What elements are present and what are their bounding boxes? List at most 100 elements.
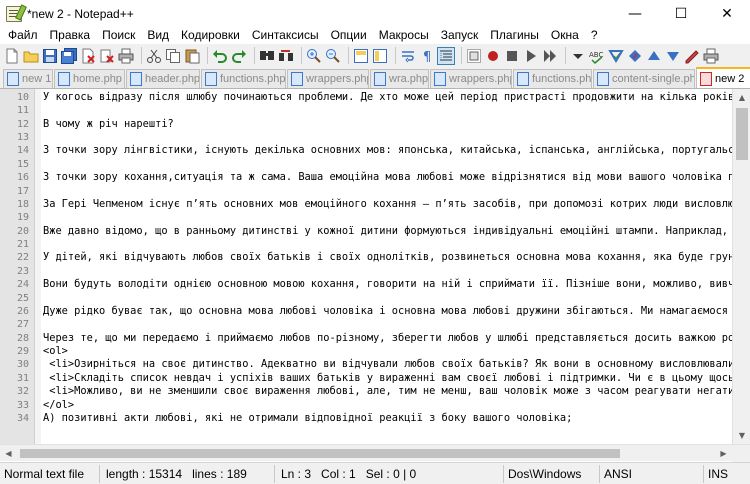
paste-icon[interactable] <box>184 48 200 64</box>
bookmark-icon[interactable] <box>627 48 643 64</box>
menu-run[interactable]: Запуск <box>433 27 479 44</box>
menu-macro[interactable]: Макросы <box>371 27 429 44</box>
tab-header-php[interactable]: header.php <box>126 69 200 88</box>
code-line[interactable]: <li>Складіть список невдач і успіхів ваш… <box>43 372 732 385</box>
cut-icon[interactable] <box>146 48 162 64</box>
tab-label: content-single.php <box>612 73 695 85</box>
scroll-right-arrow-icon[interactable]: ▶ <box>715 445 732 462</box>
status-eol[interactable]: Dos\Windows <box>504 464 600 483</box>
zoom-out-icon[interactable] <box>325 48 341 64</box>
play-macro-icon[interactable] <box>504 48 520 64</box>
menu-language[interactable]: Синтаксисы <box>244 27 319 44</box>
menu-plugins[interactable]: Плагины <box>482 27 539 44</box>
indent-guide-icon[interactable] <box>437 46 455 65</box>
tab-wrappers-php-2[interactable]: wrappers.php <box>430 69 512 88</box>
play-multiple-icon[interactable] <box>523 48 539 64</box>
sync-vertical-icon[interactable] <box>353 48 369 64</box>
code-line[interactable] <box>43 131 732 144</box>
status-insert-mode[interactable]: INS <box>704 465 748 483</box>
menu-search[interactable]: Поиск <box>94 27 135 44</box>
save-all-icon[interactable] <box>61 47 77 64</box>
code-line[interactable] <box>43 292 732 305</box>
zoom-in-icon[interactable] <box>306 48 322 64</box>
code-line[interactable]: У когось відразу після шлюбу починаються… <box>43 91 732 104</box>
replace-icon[interactable] <box>278 48 294 64</box>
record-macro-icon[interactable] <box>466 48 482 64</box>
menu-file[interactable]: Файл <box>0 27 38 44</box>
horizontal-scroll-thumb[interactable] <box>20 449 620 458</box>
menu-settings[interactable]: Опции <box>323 27 367 44</box>
spell-check-icon[interactable] <box>570 48 586 64</box>
redo-icon[interactable] <box>231 48 247 64</box>
stop-record-icon[interactable] <box>485 48 501 64</box>
tab-new-1[interactable]: new 1 <box>3 69 53 88</box>
editor-area[interactable]: 10 11 12 13 14 15 16 17 18 19 20 21 22 2… <box>0 89 750 444</box>
open-file-icon[interactable] <box>23 48 39 64</box>
save-macro-icon[interactable] <box>542 48 558 64</box>
vertical-scrollbar[interactable]: ▲ ▼ <box>732 89 750 444</box>
tab-new-2[interactable]: new 2 <box>696 67 750 88</box>
file-tab-icon <box>434 72 446 86</box>
spell-prev-icon[interactable] <box>608 48 624 64</box>
code-line[interactable] <box>43 211 732 224</box>
code-line[interactable]: Вони будуть володіти однією основною мов… <box>43 278 732 291</box>
undo-icon[interactable] <box>212 48 228 64</box>
sync-horizontal-icon[interactable] <box>372 48 388 64</box>
code-line[interactable]: Через те, що ми передаємо і приймаємо лю… <box>43 332 732 345</box>
code-line[interactable]: Дуже рідко буває так, що основна мова лю… <box>43 305 732 318</box>
code-line[interactable]: </ol> <box>43 399 732 412</box>
tab-functions-php-2[interactable]: functions.php <box>513 69 592 88</box>
maximize-button[interactable]: ☐ <box>658 0 704 27</box>
copy-icon[interactable] <box>165 48 181 64</box>
print-icon[interactable] <box>118 48 134 64</box>
code-line[interactable] <box>43 104 732 117</box>
code-line[interactable] <box>43 185 732 198</box>
code-line[interactable]: В чому ж річ нарешті? <box>43 118 732 131</box>
code-line[interactable]: У дітей, які відчувають любов своїх бать… <box>43 251 732 264</box>
print-icon-2[interactable] <box>703 48 719 64</box>
close-icon[interactable] <box>80 48 96 64</box>
down-icon[interactable] <box>665 48 681 64</box>
unsaved-file-tab-icon <box>700 71 712 86</box>
code-line[interactable]: За Гері Чепменом існує п’ять основних мо… <box>43 198 732 211</box>
code-line[interactable]: <li>Можливо, ви не зменшили своє виражен… <box>43 385 732 398</box>
close-button[interactable]: ✕ <box>704 0 750 27</box>
scroll-left-arrow-icon[interactable]: ◀ <box>0 445 17 462</box>
tab-home-php[interactable]: home.php <box>54 69 125 88</box>
tab-functions-php[interactable]: functions.php <box>201 69 286 88</box>
tab-wrappers-php[interactable]: wrappers.php <box>287 69 369 88</box>
code-line[interactable]: З точки зору кохання,ситуація та ж сама.… <box>43 171 732 184</box>
horizontal-scrollbar[interactable]: ◀ ▶ <box>0 444 750 462</box>
word-wrap-icon[interactable] <box>400 48 416 64</box>
spell-next-icon[interactable]: ABC <box>589 48 605 64</box>
tab-content-single-php[interactable]: content-single.php <box>593 69 695 88</box>
show-all-chars-icon[interactable]: ¶ <box>419 48 435 65</box>
code-line[interactable]: Вже давно відомо, що в ранньому дитинств… <box>43 225 732 238</box>
menu-window[interactable]: Окна <box>543 27 579 44</box>
menu-help[interactable]: ? <box>583 27 598 44</box>
status-encoding[interactable]: ANSI <box>600 464 704 483</box>
code-line[interactable]: <ol> <box>43 345 732 358</box>
tab-wra-php[interactable]: wra.php <box>370 69 429 88</box>
code-line[interactable] <box>43 265 732 278</box>
code-line[interactable] <box>43 318 732 331</box>
code-line[interactable] <box>43 158 732 171</box>
new-file-icon[interactable] <box>4 48 20 64</box>
scroll-down-arrow-icon[interactable]: ▼ <box>733 427 750 444</box>
fold-margin[interactable] <box>35 89 41 444</box>
code-line[interactable]: <li>Озирніться на своє дитинство. Адеква… <box>43 358 732 371</box>
highlight-icon[interactable] <box>684 48 700 64</box>
close-all-icon[interactable] <box>99 48 115 64</box>
code-line[interactable]: А) позитивні акти любові, які не отримал… <box>43 412 732 425</box>
scroll-up-arrow-icon[interactable]: ▲ <box>733 89 750 106</box>
code-line[interactable] <box>43 238 732 251</box>
minimize-button[interactable]: — <box>612 0 658 27</box>
menu-encoding[interactable]: Кодировки <box>173 27 240 44</box>
code-line[interactable]: З точки зору лінгвістики, існують декіль… <box>43 144 732 157</box>
up-icon[interactable] <box>646 48 662 64</box>
menu-edit[interactable]: Правка <box>42 27 91 44</box>
save-icon[interactable] <box>42 48 58 64</box>
vertical-scroll-thumb[interactable] <box>736 108 748 160</box>
find-icon[interactable] <box>259 48 275 64</box>
menu-view[interactable]: Вид <box>139 27 169 44</box>
